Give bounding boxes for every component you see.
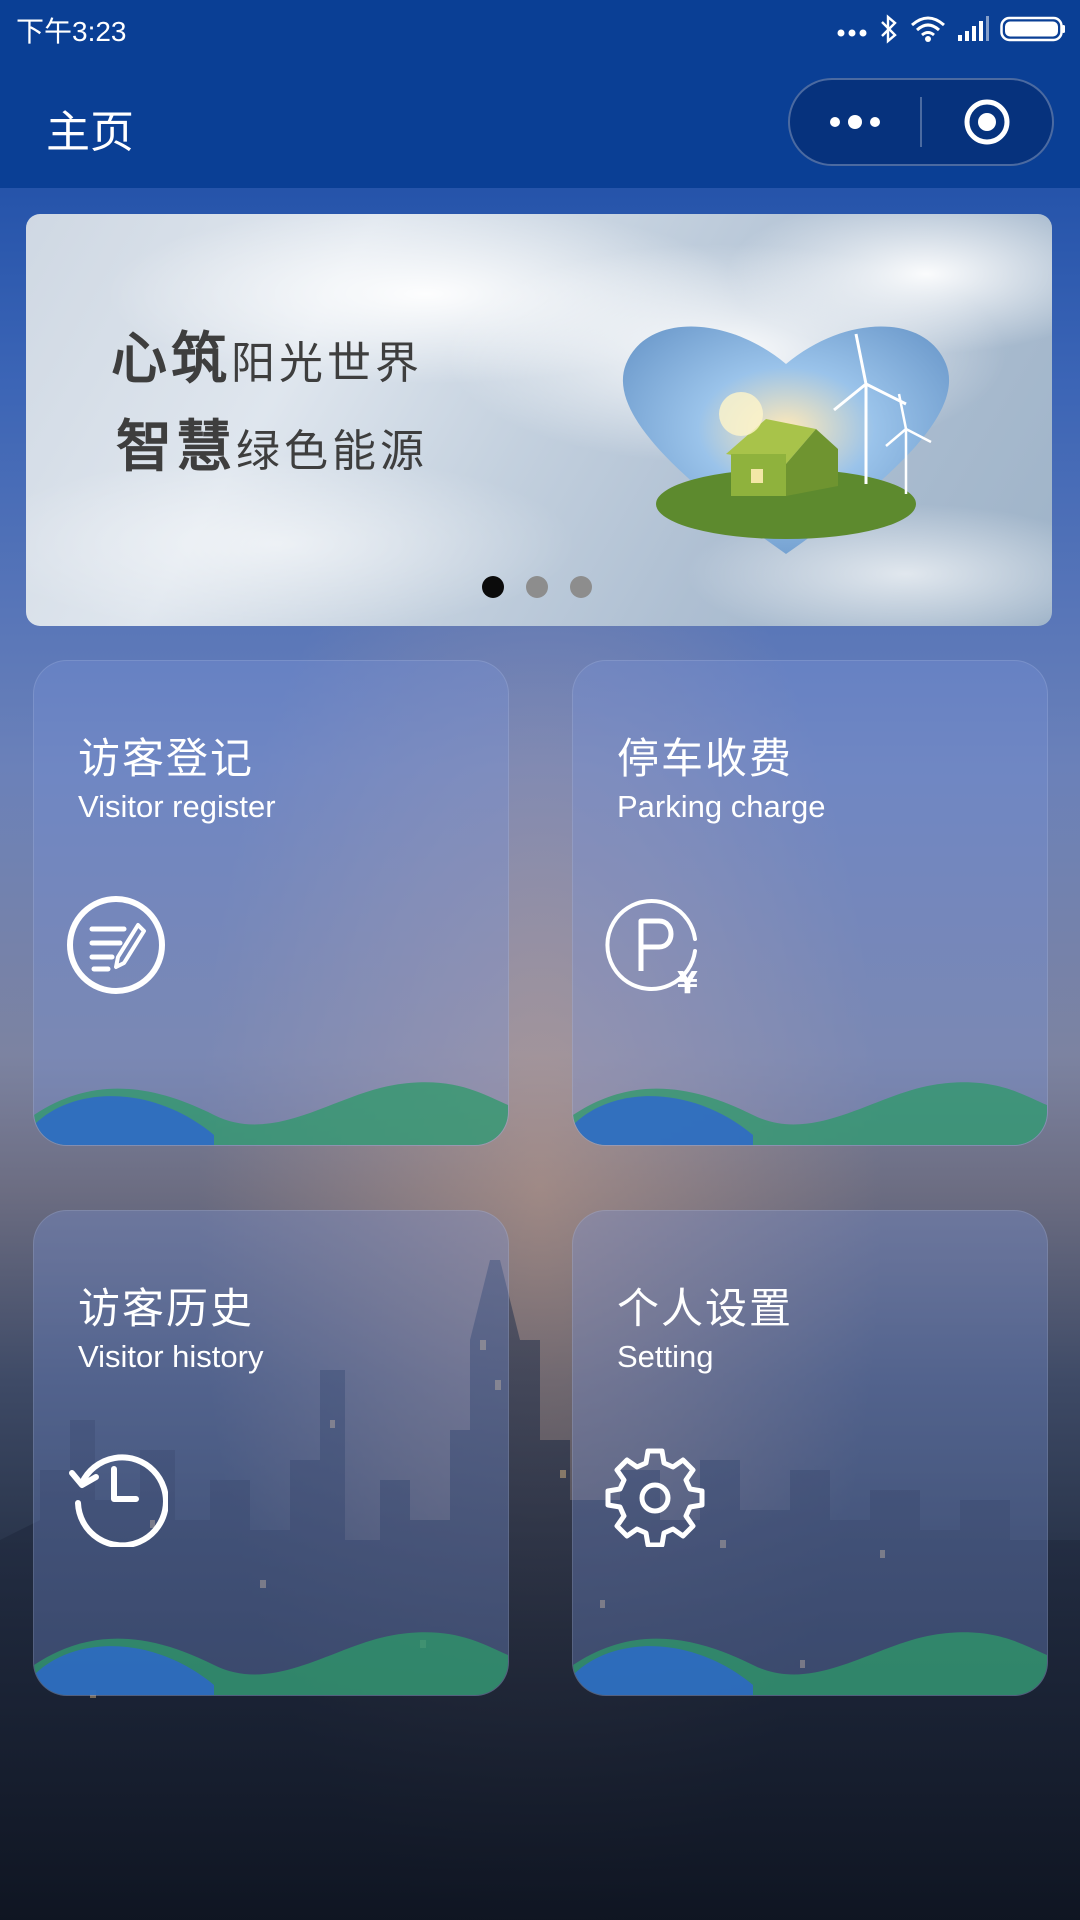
tile-subtitle: Visitor history — [78, 1339, 264, 1374]
more-button[interactable] — [790, 80, 920, 164]
status-icons — [836, 12, 1066, 46]
carousel-dot-3[interactable] — [570, 576, 592, 598]
more-dots-icon — [837, 29, 867, 37]
tile-title: 访客登记 — [78, 734, 255, 783]
register-icon — [67, 896, 165, 994]
tile-title: 访客历史 — [78, 1284, 255, 1333]
close-button[interactable] — [922, 80, 1052, 164]
banner-line-2-bold: 智慧 — [116, 415, 236, 480]
setting-tile[interactable]: 个人设置 Setting — [572, 1210, 1048, 1696]
parking-charge-icon: ¥ — [605, 899, 698, 997]
visitor-register-tile[interactable]: 访客登记 Visitor register — [33, 660, 509, 1146]
page-title: 主页 — [46, 107, 134, 158]
more-icon — [830, 115, 880, 129]
tile-title: 个人设置 — [617, 1284, 794, 1333]
battery-icon — [1000, 16, 1065, 42]
tile-wave — [573, 1082, 1047, 1145]
tile-subtitle: Parking charge — [617, 789, 826, 824]
nav-bar: 主页 — [0, 58, 1080, 188]
status-bar: 下午3:23 — [0, 0, 1080, 58]
tile-wave — [573, 1632, 1047, 1695]
banner-line-2: 智慧绿色能源 — [116, 402, 428, 483]
status-time: 下午3:23 — [16, 16, 127, 47]
banner-line-2-rest: 绿色能源 — [236, 426, 428, 477]
tile-title: 停车收费 — [617, 734, 794, 783]
banner-carousel[interactable]: 心筑阳光世界 智慧绿色能源 — [26, 214, 1052, 626]
visitor-history-tile[interactable]: 访客历史 Visitor history — [33, 1210, 509, 1696]
tile-subtitle: Visitor register — [78, 789, 276, 824]
banner-line-1-rest: 阳光世界 — [231, 338, 423, 389]
carousel-dot-1[interactable] — [482, 576, 504, 598]
target-icon — [964, 99, 1010, 145]
tile-wave — [34, 1632, 508, 1695]
svg-text:¥: ¥ — [677, 966, 698, 997]
banner-line-1: 心筑阳光世界 — [111, 314, 423, 395]
mini-program-capsule — [788, 78, 1054, 166]
signal-icon — [958, 16, 989, 41]
carousel-indicator — [482, 576, 592, 598]
banner-line-1-bold: 心筑 — [111, 327, 231, 392]
tile-subtitle: Setting — [617, 1339, 714, 1374]
bluetooth-icon — [881, 14, 897, 44]
history-icon — [69, 1454, 168, 1547]
parking-charge-tile[interactable]: 停车收费 Parking charge ¥ — [572, 660, 1048, 1146]
tile-wave — [34, 1082, 508, 1145]
carousel-dot-2[interactable] — [526, 576, 548, 598]
wifi-icon — [911, 16, 945, 42]
gear-icon — [605, 1448, 705, 1547]
